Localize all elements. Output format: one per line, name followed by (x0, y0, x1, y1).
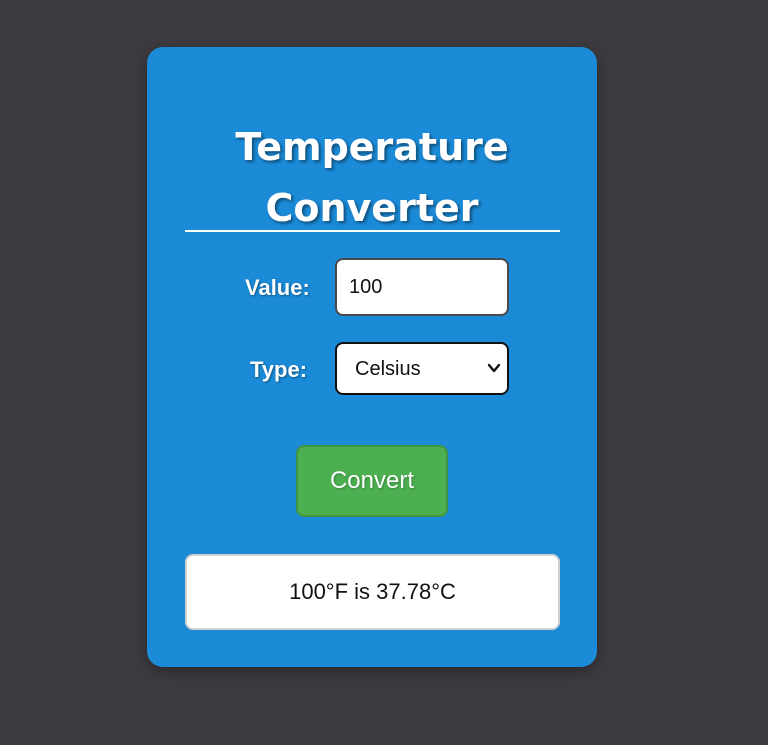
result-text: 100°F is 37.78°C (289, 579, 456, 604)
type-select[interactable]: Celsius (335, 342, 509, 395)
page-title: Temperature Converter (147, 117, 597, 239)
title-line-2: Converter (265, 186, 479, 230)
result-box: 100°F is 37.78°C (185, 554, 560, 630)
convert-button[interactable]: Convert (296, 445, 448, 517)
value-label: Value: (245, 275, 310, 300)
title-line-1: Temperature (235, 125, 509, 169)
title-divider (185, 230, 560, 232)
converter-card: Temperature Converter Value: Type: Celsi… (147, 47, 597, 667)
value-input[interactable] (335, 258, 509, 316)
type-label: Type: (250, 357, 308, 382)
